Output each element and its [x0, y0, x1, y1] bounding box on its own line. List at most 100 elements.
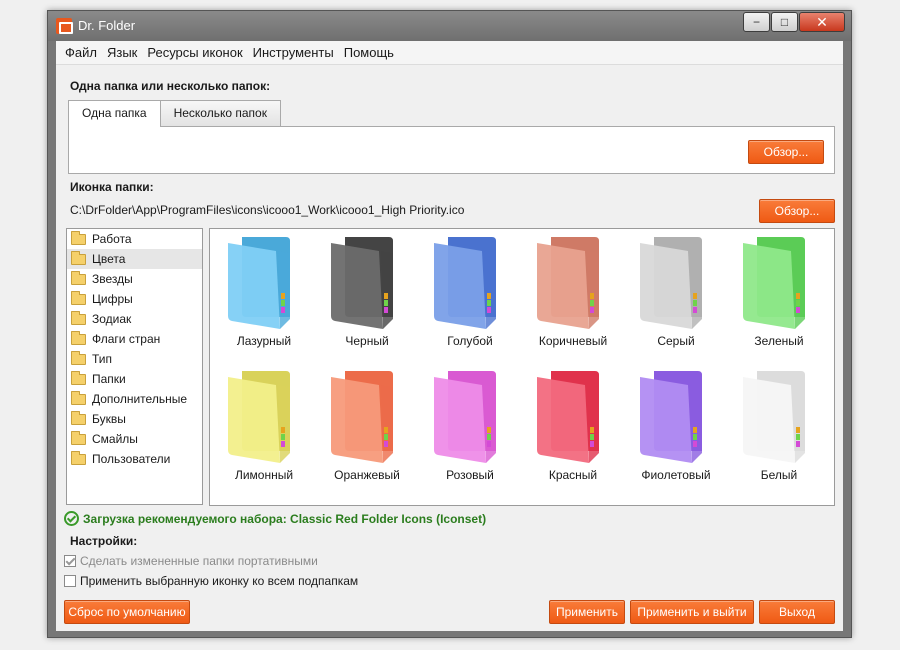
- settings-label: Настройки:: [70, 534, 138, 548]
- recommend-link[interactable]: Загрузка рекомендуемого набора: Classic …: [64, 511, 486, 526]
- reset-button[interactable]: Сброс по умолчанию: [64, 600, 190, 624]
- category-label: Дополнительные: [92, 392, 187, 406]
- category-item[interactable]: Пользователи: [67, 449, 202, 469]
- category-tree[interactable]: Работа Цвета Звезды Цифры Зодиак Флаги стран Т…: [66, 228, 203, 505]
- exit-button[interactable]: Выход: [759, 600, 835, 624]
- category-label: Цифры: [92, 292, 133, 306]
- icon-cell[interactable]: Белый: [729, 367, 829, 497]
- folder-icon: [71, 450, 86, 465]
- icon-label: Зеленый: [754, 334, 804, 348]
- apply-button[interactable]: Применить: [549, 600, 625, 624]
- folders-section-label: Одна папка или несколько папок:: [70, 79, 271, 93]
- close-button[interactable]: ✕: [799, 12, 845, 32]
- category-item[interactable]: Флаги стран: [67, 329, 202, 349]
- folder-icon: [71, 430, 86, 445]
- category-item[interactable]: Буквы: [67, 409, 202, 429]
- icon-cell[interactable]: Черный: [317, 233, 417, 363]
- menu-help[interactable]: Помощь: [339, 45, 399, 60]
- folder-color-icon: [640, 237, 702, 329]
- minimize-button[interactable]: −: [743, 12, 770, 32]
- folder-color-icon: [228, 237, 290, 329]
- browse-folder-button[interactable]: Обзор...: [748, 140, 824, 164]
- apply-sub-checkbox-row: Применить выбранную иконку ко всем подпа…: [64, 574, 358, 588]
- maximize-button[interactable]: □: [771, 12, 798, 32]
- app-logo-icon: [56, 18, 73, 34]
- folder-color-icon: [537, 237, 599, 329]
- folder-color-icon: [331, 371, 393, 463]
- icon-label: Черный: [345, 334, 389, 348]
- icon-cell[interactable]: Оранжевый: [317, 367, 417, 497]
- category-label: Буквы: [92, 412, 126, 426]
- icon-label: Голубой: [447, 334, 493, 348]
- category-item[interactable]: Цвета: [67, 249, 202, 269]
- category-item[interactable]: Зодиак: [67, 309, 202, 329]
- download-icon: [64, 511, 79, 526]
- portable-label: Сделать измененные папки портативными: [80, 554, 318, 568]
- icon-cell[interactable]: Коричневый: [523, 233, 623, 363]
- menu-bar: Файл Язык Ресурсы иконок Инструменты Пом…: [56, 41, 843, 65]
- menu-icon-resources[interactable]: Ресурсы иконок: [142, 45, 247, 60]
- folder-color-icon: [434, 371, 496, 463]
- client-area: Файл Язык Ресурсы иконок Инструменты Пом…: [56, 41, 843, 631]
- icon-path: C:\DrFolder\App\ProgramFiles\icons\icooo…: [70, 203, 465, 217]
- folder-color-icon: [434, 237, 496, 329]
- recommend-text: Загрузка рекомендуемого набора: Classic …: [83, 511, 487, 526]
- icon-cell[interactable]: Фиолетовый: [626, 367, 726, 497]
- title-bar[interactable]: Dr. Folder − □ ✕: [48, 11, 851, 41]
- apply-subfolders-label: Применить выбранную иконку ко всем подпа…: [80, 574, 359, 588]
- icon-grid: Лазурный Черный Голубой Коричневый Серый Зеле…: [209, 228, 835, 506]
- portable-checkbox-row: Сделать измененные папки портативными: [64, 554, 318, 568]
- icon-label: Фиолетовый: [641, 468, 711, 482]
- icon-cell[interactable]: Серый: [626, 233, 726, 363]
- folder-icon: [71, 370, 86, 385]
- folder-icon: [71, 390, 86, 405]
- category-item[interactable]: Дополнительные: [67, 389, 202, 409]
- folder-icon: [71, 290, 86, 305]
- tab-single-folder[interactable]: Одна папка: [68, 100, 161, 127]
- icon-label: Красный: [548, 468, 598, 482]
- folder-color-icon: [228, 371, 290, 463]
- window-title: Dr. Folder: [78, 18, 136, 33]
- icon-label: Лимонный: [234, 468, 294, 482]
- icon-cell[interactable]: Голубой: [420, 233, 520, 363]
- portable-checkbox[interactable]: [64, 555, 76, 567]
- folder-color-icon: [743, 237, 805, 329]
- category-item[interactable]: Работа: [67, 229, 202, 249]
- app-window: Dr. Folder − □ ✕ Файл Язык Ресурсы иконо…: [47, 10, 852, 638]
- icon-section-label: Иконка папки:: [70, 180, 154, 194]
- folder-color-icon: [743, 371, 805, 463]
- icon-label: Коричневый: [538, 334, 608, 348]
- icon-cell[interactable]: Лазурный: [214, 233, 314, 363]
- menu-tools[interactable]: Инструменты: [248, 45, 339, 60]
- menu-language[interactable]: Язык: [102, 45, 142, 60]
- folder-icon: [71, 330, 86, 345]
- folder-color-icon: [331, 237, 393, 329]
- category-label: Тип: [92, 352, 113, 366]
- category-label: Флаги стран: [92, 332, 161, 346]
- category-item[interactable]: Тип: [67, 349, 202, 369]
- category-item[interactable]: Папки: [67, 369, 202, 389]
- category-label: Пользователи: [92, 452, 171, 466]
- folder-icon: [71, 250, 86, 265]
- folder-icon: [71, 350, 86, 365]
- category-label: Работа: [92, 232, 132, 246]
- category-label: Зодиак: [92, 312, 132, 326]
- folder-icon: [71, 310, 86, 325]
- icon-cell[interactable]: Красный: [523, 367, 623, 497]
- icon-label: Розовый: [446, 468, 494, 482]
- menu-file[interactable]: Файл: [60, 45, 102, 60]
- apply-subfolders-checkbox[interactable]: [64, 575, 76, 587]
- icon-label: Оранжевый: [334, 468, 400, 482]
- icon-cell[interactable]: Розовый: [420, 367, 520, 497]
- category-item[interactable]: Звезды: [67, 269, 202, 289]
- icon-label: Белый: [760, 468, 798, 482]
- category-item[interactable]: Цифры: [67, 289, 202, 309]
- category-item[interactable]: Смайлы: [67, 429, 202, 449]
- category-label: Смайлы: [92, 432, 138, 446]
- icon-label: Серый: [657, 334, 695, 348]
- browse-icon-button[interactable]: Обзор...: [759, 199, 835, 223]
- tab-multiple-folders[interactable]: Несколько папок: [159, 100, 281, 126]
- icon-cell[interactable]: Зеленый: [729, 233, 829, 363]
- apply-and-exit-button[interactable]: Применить и выйти: [630, 600, 754, 624]
- icon-cell[interactable]: Лимонный: [214, 367, 314, 497]
